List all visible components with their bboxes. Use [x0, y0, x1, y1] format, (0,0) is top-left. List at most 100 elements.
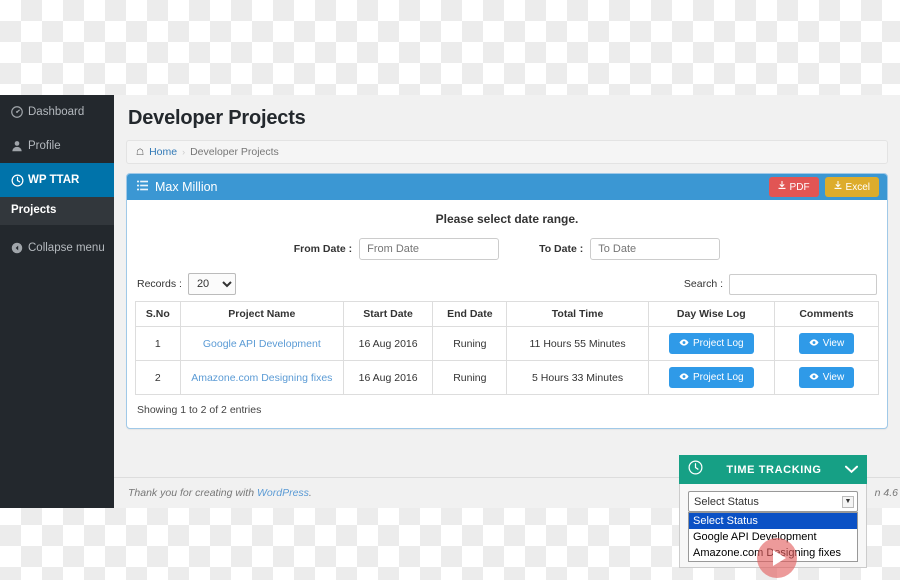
search-wrapper: Search :	[683, 273, 877, 295]
col-sno: S.No	[135, 301, 181, 327]
admin-sidebar: Dashboard Profile WP TTAR Projects Colla…	[0, 95, 122, 508]
sidebar-item-label: WP TTAR	[28, 174, 80, 186]
project-link[interactable]: Google API Development	[203, 338, 321, 350]
eye-icon	[679, 338, 689, 349]
projects-table: S.No Project Name Start Date End Date To…	[135, 301, 880, 395]
cell-end: Runing	[432, 360, 508, 395]
cell-project: Google API Development	[179, 326, 345, 361]
cell-sno: 1	[135, 326, 181, 361]
cell-total: 5 Hours 33 Minutes	[506, 360, 649, 395]
play-icon[interactable]	[757, 538, 797, 578]
to-date-label: To Date :	[539, 243, 584, 255]
wordpress-link[interactable]: WordPress	[257, 487, 309, 499]
eye-icon	[809, 372, 819, 383]
to-date-input[interactable]	[590, 238, 721, 260]
eye-icon	[679, 372, 689, 383]
footer-thanks-suffix: .	[308, 487, 312, 499]
screenshot-stage: Dashboard Profile WP TTAR Projects Colla…	[0, 0, 900, 580]
breadcrumb-current: Developer Projects	[190, 146, 279, 158]
user-icon	[11, 140, 28, 152]
sidebar-item-collapse-menu[interactable]: Collapse menu	[0, 231, 114, 265]
sidebar-item-label: Profile	[28, 140, 61, 152]
from-date-label: From Date :	[293, 243, 353, 255]
footer-credit: Thank you for creating with WordPress.	[114, 487, 312, 499]
clock-icon	[688, 460, 703, 480]
time-tracking-title: TIME TRACKING	[726, 463, 822, 476]
col-end: End Date	[432, 301, 508, 327]
date-range-heading: Please select date range.	[435, 212, 579, 226]
panel-header: Max Million PDF Excel	[127, 174, 887, 200]
project-log-label: Project Log	[692, 372, 744, 383]
chevron-down-icon[interactable]	[844, 461, 859, 479]
dashboard-icon	[11, 106, 28, 118]
status-select[interactable]: Select Status ▼	[688, 491, 858, 512]
cell-project: Amazone.com Designing fixes	[179, 360, 345, 395]
sidebar-submenu: Projects	[0, 197, 114, 225]
view-comment-label: View	[822, 338, 845, 349]
download-icon	[778, 181, 786, 193]
wordpress-admin-window: Dashboard Profile WP TTAR Projects Colla…	[0, 95, 900, 578]
search-label: Search :	[683, 278, 723, 290]
breadcrumb-home-link[interactable]: Home	[149, 146, 177, 158]
export-pdf-button[interactable]: PDF	[768, 177, 819, 197]
status-option[interactable]: Select Status	[689, 513, 857, 529]
export-excel-button[interactable]: Excel	[824, 177, 879, 197]
col-total: Total Time	[506, 301, 649, 327]
records-label: Records :	[137, 278, 182, 290]
page-title: Developer Projects	[128, 107, 306, 129]
cell-start: 16 Aug 2016	[343, 326, 434, 361]
sidebar-item-label: Collapse menu	[28, 242, 105, 254]
sidebar-item-wp-ttar[interactable]: WP TTAR	[0, 163, 122, 197]
col-project: Project Name	[179, 301, 345, 327]
project-log-label: Project Log	[692, 338, 744, 349]
table-row: 2 Amazone.com Designing fixes 16 Aug 201…	[135, 360, 880, 395]
projects-panel: Max Million PDF Excel Please select date…	[126, 173, 888, 429]
panel-body: Please select date range. From Date : To…	[127, 200, 887, 428]
cell-sno: 2	[135, 360, 181, 395]
collapse-arrow-icon	[11, 242, 28, 254]
export-pdf-label: PDF	[789, 181, 810, 193]
table-controls: Records : 20 Search :	[137, 273, 877, 295]
cell-comments: View	[773, 326, 880, 361]
project-link[interactable]: Amazone.com Designing fixes	[191, 372, 332, 384]
panel-title: Max Million	[137, 180, 218, 194]
records-per-page-select[interactable]: 20	[187, 273, 236, 295]
cell-start: 16 Aug 2016	[343, 360, 434, 395]
cell-end: Runing	[432, 326, 508, 361]
list-icon	[137, 180, 148, 194]
chevron-down-icon[interactable]: ▼	[842, 495, 854, 508]
table-header-row: S.No Project Name Start Date End Date To…	[135, 301, 880, 327]
from-date-input[interactable]	[359, 238, 500, 260]
play-triangle	[772, 550, 786, 566]
search-input[interactable]	[729, 273, 877, 295]
sidebar-item-label: Dashboard	[28, 106, 85, 118]
view-comment-button[interactable]: View	[798, 367, 855, 388]
col-comments: Comments	[773, 301, 880, 327]
time-tracking-header[interactable]: TIME TRACKING	[679, 455, 867, 484]
clock-icon	[11, 174, 28, 187]
download-icon	[834, 181, 842, 193]
project-log-button[interactable]: Project Log	[668, 333, 754, 354]
sidebar-item-profile[interactable]: Profile	[0, 129, 114, 163]
home-icon: ☖	[136, 146, 145, 157]
table-row: 1 Google API Development 16 Aug 2016 Run…	[135, 326, 880, 361]
breadcrumb-separator: ›	[182, 147, 186, 157]
footer-version: n 4.6	[874, 487, 898, 499]
table-info: Showing 1 to 2 of 2 entries	[137, 404, 262, 416]
export-excel-label: Excel	[845, 181, 870, 193]
sidebar-item-projects[interactable]: Projects	[0, 199, 114, 221]
footer-thanks-prefix: Thank you for creating with	[128, 487, 257, 499]
view-comment-button[interactable]: View	[798, 333, 855, 354]
panel-title-text: Max Million	[155, 180, 218, 194]
cell-total: 11 Hours 55 Minutes	[506, 326, 649, 361]
table-head: S.No Project Name Start Date End Date To…	[135, 301, 880, 327]
cell-daywise: Project Log	[647, 326, 775, 361]
table-body: 1 Google API Development 16 Aug 2016 Run…	[135, 326, 880, 395]
sidebar-item-dashboard[interactable]: Dashboard	[0, 95, 114, 129]
view-comment-label: View	[822, 372, 845, 383]
main-content: Developer Projects ☖ Home › Developer Pr…	[114, 95, 900, 508]
status-select-value: Select Status	[694, 495, 759, 508]
project-log-button[interactable]: Project Log	[668, 367, 754, 388]
breadcrumb: ☖ Home › Developer Projects	[126, 140, 888, 164]
cell-comments: View	[773, 360, 880, 395]
